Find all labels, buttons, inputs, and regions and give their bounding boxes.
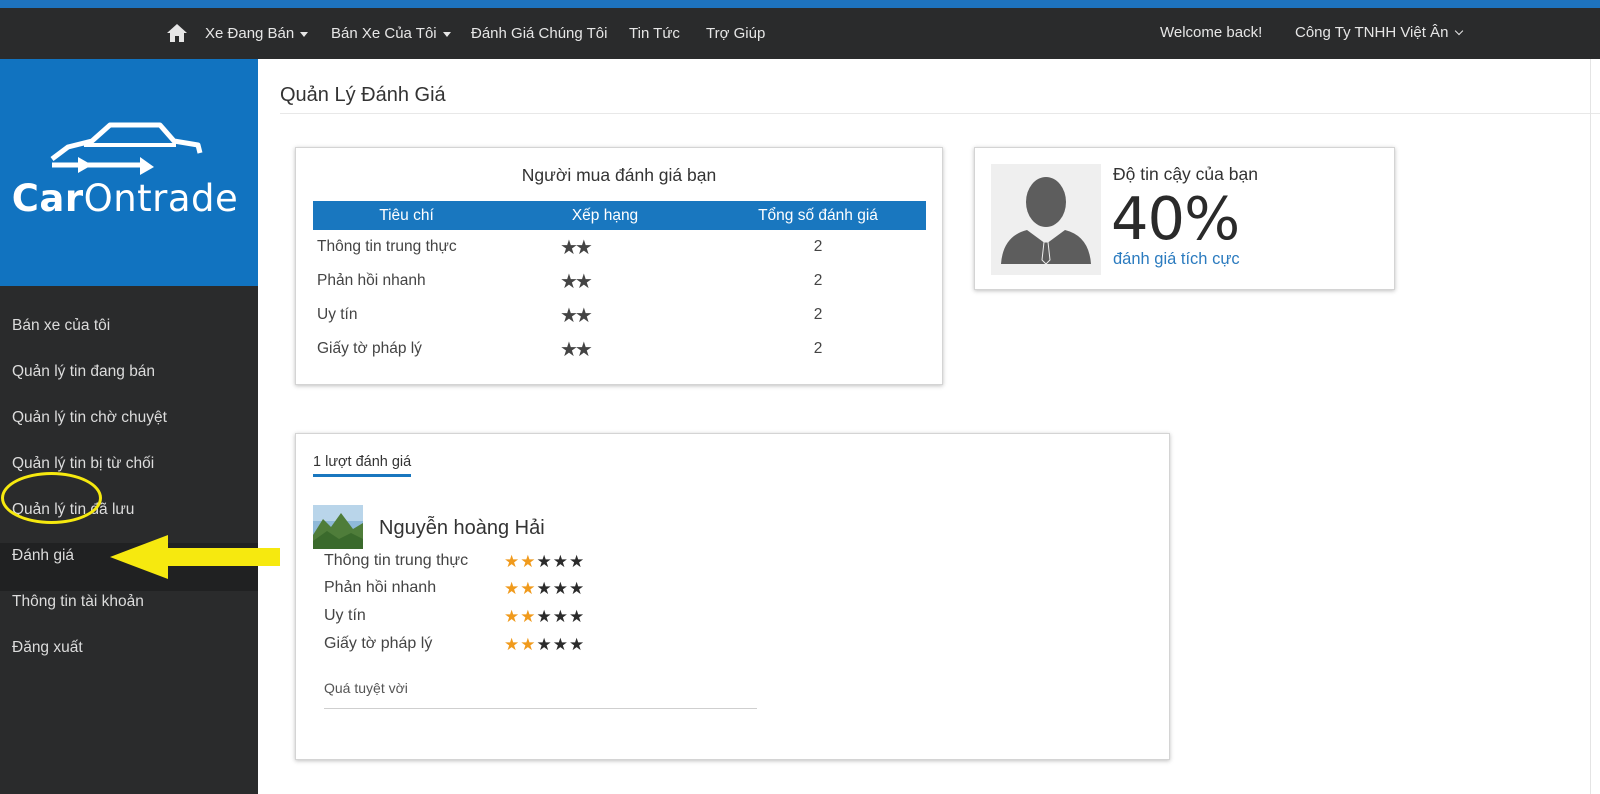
welcome-text: Welcome back! bbox=[1160, 24, 1263, 41]
column-header: Xếp hạng bbox=[500, 201, 710, 230]
criterion-cell: Giấy tờ pháp lý bbox=[317, 340, 422, 357]
logo-bold: Car bbox=[11, 177, 84, 220]
car-logo-icon bbox=[50, 122, 203, 175]
criterion-cell: Phản hồi nhanh bbox=[317, 272, 426, 289]
home-icon[interactable] bbox=[166, 23, 188, 43]
column-header: Tổng số đánh giá bbox=[710, 201, 926, 230]
logo-rest: Ontrade bbox=[83, 177, 239, 220]
review-criterion: Giấy tờ pháp lý bbox=[324, 635, 433, 652]
sidebar-item-ban-xe[interactable]: Bán xe của tôi bbox=[12, 317, 110, 335]
table-row: Uy tín ★★ 2 bbox=[313, 298, 926, 332]
summary-table: Tiêu chí Xếp hạng Tổng số đánh giá Thông… bbox=[313, 201, 926, 366]
sidebar-item-tin-bi-tu-choi[interactable]: Quản lý tin bị từ chối bbox=[12, 455, 154, 473]
top-accent-bar bbox=[0, 0, 1600, 8]
star-rating: ★★★★★ bbox=[504, 635, 586, 654]
review-criterion: Thông tin trung thực bbox=[324, 552, 469, 569]
comment-divider bbox=[324, 708, 757, 709]
table-header-row: Tiêu chí Xếp hạng Tổng số đánh giá bbox=[313, 201, 926, 230]
caret-down-icon bbox=[442, 31, 451, 37]
star-rating: ★★★★★ bbox=[504, 579, 586, 598]
annotation-arrow-icon bbox=[110, 535, 280, 579]
annotation-circle bbox=[1, 472, 102, 524]
page-title: Quản Lý Đánh Giá bbox=[280, 84, 446, 106]
reviewer-name: Nguyễn hoàng Hải bbox=[379, 517, 545, 539]
trust-percentage: 40% bbox=[1111, 184, 1240, 253]
account-menu[interactable]: Công Ty TNHH Việt Ân bbox=[1295, 24, 1464, 41]
criterion-cell: Uy tín bbox=[317, 306, 358, 323]
sidebar-item-thong-tin-tai-khoan[interactable]: Thông tin tài khoản bbox=[12, 593, 144, 611]
caret-down-icon bbox=[300, 31, 309, 37]
avatar bbox=[991, 164, 1101, 275]
chevron-down-icon bbox=[1455, 26, 1464, 36]
nav-tro-giup[interactable]: Trợ Giúp bbox=[706, 25, 765, 42]
logo-wordmark: CarOntrade bbox=[0, 177, 250, 220]
trust-card: Độ tin cậy của bạn 40% đánh giá tích cực bbox=[974, 147, 1395, 290]
table-row: Giấy tờ pháp lý ★★ 2 bbox=[313, 332, 926, 366]
top-navbar: Xe Đang Bán Bán Xe Của Tôi Đánh Giá Chún… bbox=[0, 8, 1600, 59]
review-comment: Quá tuyệt vời bbox=[324, 680, 408, 696]
nav-label: Xe Đang Bán bbox=[205, 25, 295, 42]
logo-area[interactable]: CarOntrade bbox=[0, 59, 258, 286]
total-cell: 2 bbox=[813, 238, 823, 255]
nav-danh-gia-chung-toi[interactable]: Đánh Giá Chúng Tôi bbox=[471, 25, 607, 42]
star-rating: ★★★★★ bbox=[504, 607, 586, 626]
reviewer-photo bbox=[313, 505, 363, 549]
scrollbar-track[interactable] bbox=[1590, 59, 1600, 794]
reviews-card: 1 lượt đánh giá Nguyễn hoàng Hải Thông t… bbox=[295, 433, 1170, 760]
table-row: Thông tin trung thực ★★ 2 bbox=[313, 230, 926, 264]
trust-caption: đánh giá tích cực bbox=[1113, 250, 1240, 268]
nav-ban-xe-cua-toi[interactable]: Bán Xe Của Tôi bbox=[331, 25, 451, 42]
sidebar: CarOntrade Bán xe của tôi Quản lý tin đa… bbox=[0, 59, 258, 794]
star-rating: ★★ bbox=[560, 236, 593, 259]
total-cell: 2 bbox=[813, 306, 823, 323]
star-rating: ★★ bbox=[560, 304, 593, 327]
review-count-tab[interactable]: 1 lượt đánh giá bbox=[313, 454, 412, 477]
sidebar-item-tin-dang-ban[interactable]: Quản lý tin đang bán bbox=[12, 363, 155, 381]
user-silhouette-icon bbox=[1001, 177, 1091, 265]
account-name: Công Ty TNHH Việt Ân bbox=[1295, 24, 1449, 41]
nav-tin-tuc[interactable]: Tin Tức bbox=[629, 25, 680, 42]
nav-label: Bán Xe Của Tôi bbox=[331, 25, 437, 42]
rating-summary-card: Người mua đánh giá bạn Tiêu chí Xếp hạng… bbox=[295, 147, 943, 385]
column-header: Tiêu chí bbox=[313, 201, 500, 230]
sidebar-item-dang-xuat[interactable]: Đăng xuất bbox=[12, 639, 83, 657]
title-divider bbox=[280, 113, 1600, 114]
review-criterion: Uy tín bbox=[324, 607, 366, 624]
table-row: Phản hồi nhanh ★★ 2 bbox=[313, 264, 926, 298]
total-cell: 2 bbox=[813, 272, 823, 289]
star-rating: ★★ bbox=[560, 338, 593, 361]
total-cell: 2 bbox=[813, 340, 823, 357]
star-rating: ★★ bbox=[560, 270, 593, 293]
criterion-cell: Thông tin trung thực bbox=[317, 238, 457, 255]
trust-label: Độ tin cậy của bạn bbox=[1113, 164, 1258, 184]
sidebar-item-danh-gia[interactable]: Đánh giá bbox=[12, 547, 74, 565]
nav-xe-dang-ban[interactable]: Xe Đang Bán bbox=[205, 25, 309, 42]
star-rating: ★★★★★ bbox=[504, 552, 586, 571]
review-criterion: Phản hồi nhanh bbox=[324, 579, 437, 596]
summary-title: Người mua đánh giá bạn bbox=[521, 165, 717, 185]
sidebar-item-tin-cho-chuyet[interactable]: Quản lý tin chờ chuyệt bbox=[12, 409, 167, 427]
